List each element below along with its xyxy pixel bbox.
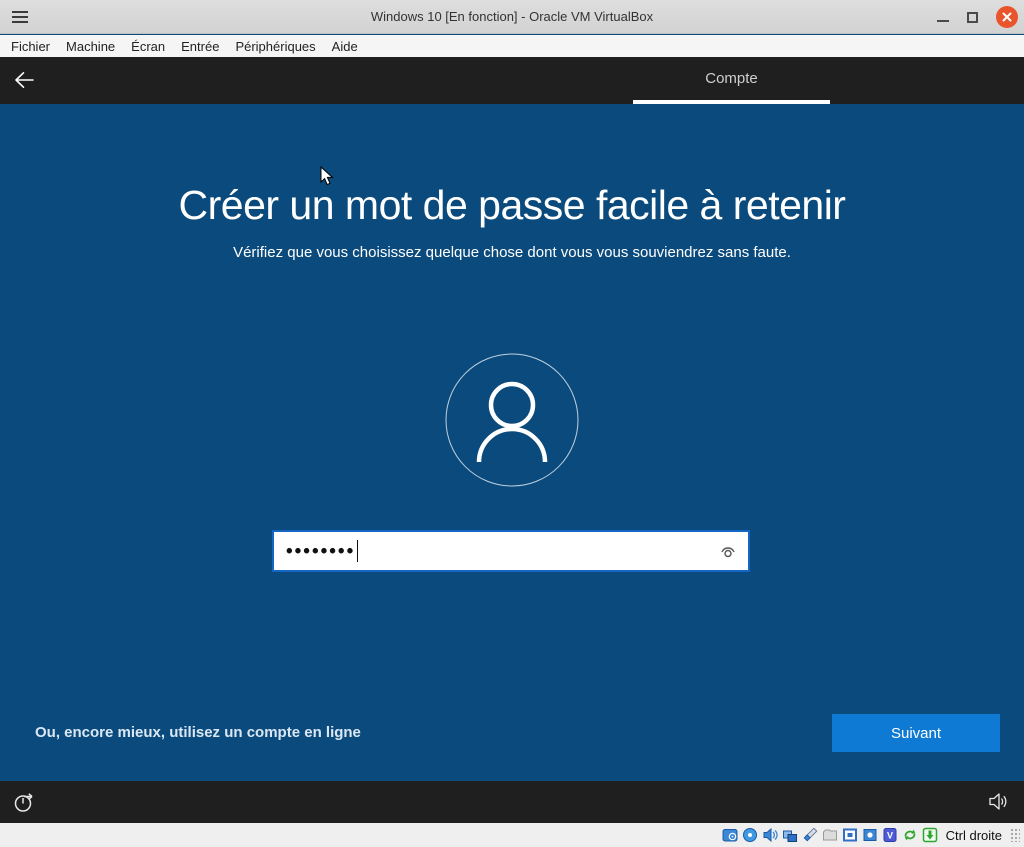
next-button[interactable]: Suivant: [832, 714, 1000, 752]
reveal-password-icon[interactable]: [718, 542, 738, 560]
menu-aide[interactable]: Aide: [324, 39, 366, 54]
mouse-integration-icon[interactable]: [902, 827, 918, 843]
optical-drives-icon[interactable]: [742, 827, 758, 843]
recording-icon[interactable]: [862, 827, 878, 843]
keyboard-icon[interactable]: [922, 827, 938, 843]
ease-of-access-icon[interactable]: [13, 791, 35, 813]
use-online-account-link[interactable]: Ou, encore mieux, utilisez un compte en …: [35, 724, 361, 741]
window-title: Windows 10 [En fonction] - Oracle VM Vir…: [370, 9, 654, 24]
shared-folders-icon[interactable]: [822, 827, 838, 843]
usb-icon[interactable]: [802, 827, 818, 843]
close-button[interactable]: [996, 6, 1018, 28]
password-masked-value: ••••••••: [286, 540, 356, 562]
tab-compte-label: Compte: [705, 70, 758, 87]
page-title: Créer un mot de passe facile à retenir: [178, 182, 846, 228]
maximize-button[interactable]: [967, 11, 978, 23]
virtualbox-window: Windows 10 [En fonction] - Oracle VM Vir…: [0, 0, 1024, 847]
menu-machine[interactable]: Machine: [58, 39, 123, 54]
tab-compte: Compte: [633, 57, 830, 104]
menu-ecran[interactable]: Écran: [123, 39, 173, 54]
minimize-button[interactable]: [937, 20, 949, 22]
back-arrow-icon: [15, 72, 34, 88]
oobe-footer: [0, 781, 1024, 823]
display-icon[interactable]: [842, 827, 858, 843]
svg-text:V: V: [887, 831, 893, 841]
mouse-cursor: [320, 166, 334, 186]
menubar: Fichier Machine Écran Entrée Périphériqu…: [0, 35, 1024, 57]
resize-grip[interactable]: [1010, 828, 1020, 842]
page-subtitle: Vérifiez que vous choisissez quelque cho…: [233, 244, 791, 261]
menu-peripheriques[interactable]: Périphériques: [227, 39, 323, 54]
vbox-statusbar: V Ctrl droite: [0, 823, 1024, 847]
close-icon: [1002, 12, 1012, 22]
menu-fichier[interactable]: Fichier: [3, 39, 58, 54]
volume-icon[interactable]: [987, 792, 1009, 811]
text-caret: [357, 540, 359, 562]
network-icon[interactable]: [782, 827, 798, 843]
user-avatar-icon: [445, 353, 579, 487]
oobe-main: Créer un mot de passe facile à retenir V…: [0, 104, 1024, 781]
password-input[interactable]: ••••••••: [272, 530, 750, 572]
menu-entree[interactable]: Entrée: [173, 39, 227, 54]
host-key-label: Ctrl droite: [945, 827, 1002, 843]
titlebar: Windows 10 [En fonction] - Oracle VM Vir…: [0, 0, 1024, 34]
hard-disks-icon[interactable]: [722, 827, 738, 843]
features-icon[interactable]: V: [882, 827, 898, 843]
oobe-header: Compte: [0, 57, 1024, 104]
audio-icon[interactable]: [762, 827, 778, 843]
back-button[interactable]: [13, 70, 35, 90]
window-controls: [937, 0, 1018, 34]
